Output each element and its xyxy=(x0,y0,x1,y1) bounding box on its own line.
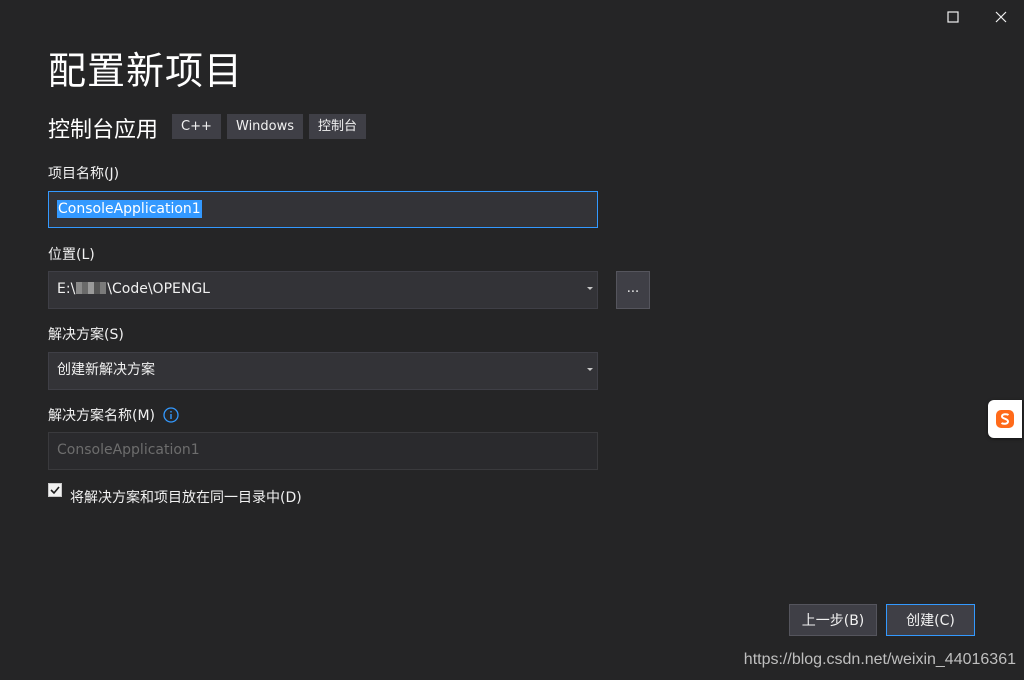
same-directory-checkbox[interactable] xyxy=(48,483,62,497)
browse-button[interactable]: ... xyxy=(616,271,650,309)
solution-select[interactable]: 创建新解决方案 xyxy=(48,352,598,390)
close-icon xyxy=(995,11,1007,23)
watermark-url: https://blog.csdn.net/weixin_44016361 xyxy=(743,651,1016,668)
solution-name-input: ConsoleApplication1 xyxy=(48,432,598,470)
location-label: 位置(L) xyxy=(48,247,95,263)
solution-value: 创建新解决方案 xyxy=(57,362,155,378)
template-name: 控制台应用 xyxy=(48,118,159,143)
chevron-down-icon[interactable] xyxy=(587,287,593,290)
page-title: 配置新项目 xyxy=(48,49,244,93)
maximize-icon xyxy=(947,11,959,23)
tag-cpp: C++ xyxy=(172,114,221,139)
back-button[interactable]: 上一步(B) xyxy=(789,604,877,636)
project-name-value: ConsoleApplication1 xyxy=(57,200,202,218)
checkmark-icon xyxy=(50,486,60,495)
maximize-button[interactable] xyxy=(942,6,964,28)
solution-label: 解决方案(S) xyxy=(48,327,124,343)
project-name-input[interactable]: ConsoleApplication1 xyxy=(48,191,598,228)
close-button[interactable] xyxy=(990,6,1012,28)
tag-windows: Windows xyxy=(227,114,304,139)
redacted-path-segment xyxy=(76,282,107,294)
location-value-suffix: \Code\OPENGL xyxy=(107,281,210,297)
chevron-down-icon[interactable] xyxy=(587,368,593,371)
project-name-label: 项目名称(J) xyxy=(48,166,120,182)
solution-name-placeholder: ConsoleApplication1 xyxy=(57,442,200,458)
create-button[interactable]: 创建(C) xyxy=(886,604,975,636)
sogou-s-icon xyxy=(996,410,1014,428)
solution-name-label-text: 解决方案名称(M) xyxy=(48,408,156,424)
info-icon[interactable] xyxy=(163,407,180,423)
solution-name-label: 解决方案名称(M) xyxy=(48,405,180,425)
ime-floating-widget[interactable] xyxy=(988,400,1022,438)
same-directory-label[interactable]: 将解决方案和项目放在同一目录中(D) xyxy=(70,487,302,507)
location-combobox[interactable]: E:\ \Code\OPENGL xyxy=(48,271,598,309)
tag-console: 控制台 xyxy=(309,114,367,139)
location-value-prefix: E:\ xyxy=(57,281,76,297)
